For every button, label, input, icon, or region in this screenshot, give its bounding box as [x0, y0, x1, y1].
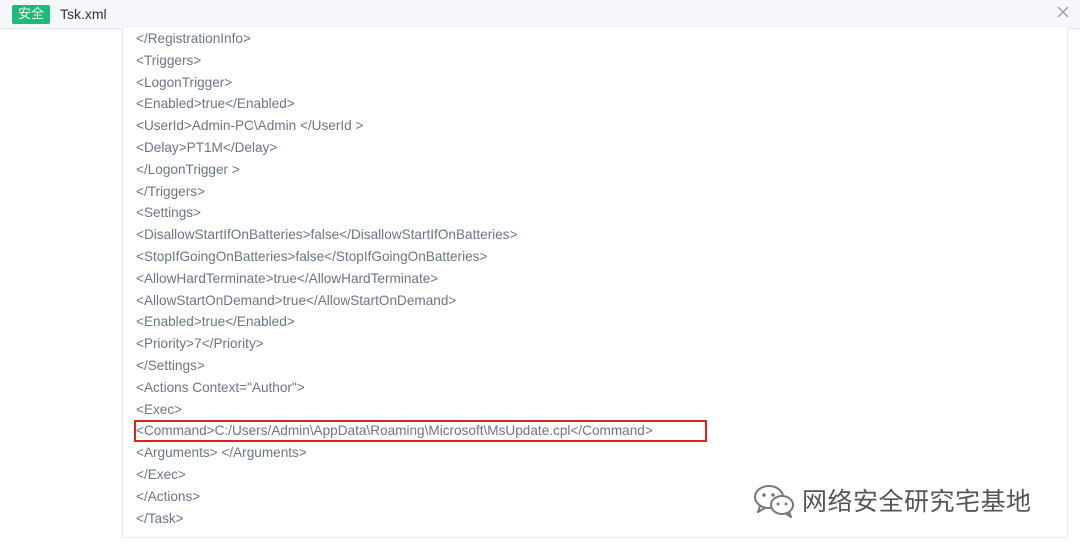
- code-line: <Triggers>: [136, 52, 202, 68]
- security-badge: 安全: [12, 5, 51, 24]
- code-viewer: </RegistrationInfo> <Triggers> <LogonTrigg…: [122, 28, 1068, 538]
- watermark-text: 网络安全研究宅基地: [802, 487, 1032, 516]
- wechat-icon: [754, 485, 794, 518]
- code-line: <LogonTrigger>: [136, 74, 233, 90]
- code-line: </Task>: [136, 510, 184, 526]
- code-line: <Command>C:/Users/Admin\AppData\Roaming\…: [136, 423, 653, 439]
- code-line: <Exec>: [136, 401, 183, 417]
- code-line: <Delay>PT1M</Delay>: [136, 140, 278, 155]
- code-line: <Arguments> </Arguments>: [136, 445, 307, 461]
- watermark: 网络安全研究宅基地: [752, 480, 1032, 520]
- file-tab-bar: 安全 Tsk.xml: [0, 0, 1080, 29]
- code-line: <Actions Context="Author">: [136, 379, 305, 395]
- code-line: <AllowHardTerminate>true</AllowHardTermi…: [136, 270, 439, 286]
- code-line: </Actions>: [136, 488, 201, 504]
- code-line: <UserId>Admin-PC\Admin </UserId >: [136, 118, 364, 134]
- code-line: <AllowStartOnDemand>true</AllowStartOnDe…: [136, 292, 457, 308]
- code-content: </RegistrationInfo> <Triggers> <LogonTrigg…: [136, 28, 1067, 537]
- code-line: <Settings>: [136, 205, 201, 221]
- code-line: <DisallowStartIfOnBatteries>false</Disal…: [136, 227, 518, 243]
- code-line: <Priority>7</Priority>: [136, 336, 264, 352]
- code-line: </Triggers>: [136, 183, 206, 199]
- code-line: <StopIfGoingOnBatteries>false</StopIfGoi…: [136, 249, 488, 264]
- file-name: Tsk.xml: [60, 6, 107, 22]
- close-icon[interactable]: [1054, 3, 1072, 21]
- code-line: </Exec>: [136, 467, 186, 482]
- code-line: <Enabled>true</Enabled>: [136, 314, 295, 330]
- code-line: </RegistrationInfo>: [136, 31, 251, 46]
- code-line: <Enabled>true</Enabled>: [136, 96, 295, 112]
- code-line: </LogonTrigger >: [136, 161, 240, 177]
- code-line: </Settings>: [136, 358, 205, 373]
